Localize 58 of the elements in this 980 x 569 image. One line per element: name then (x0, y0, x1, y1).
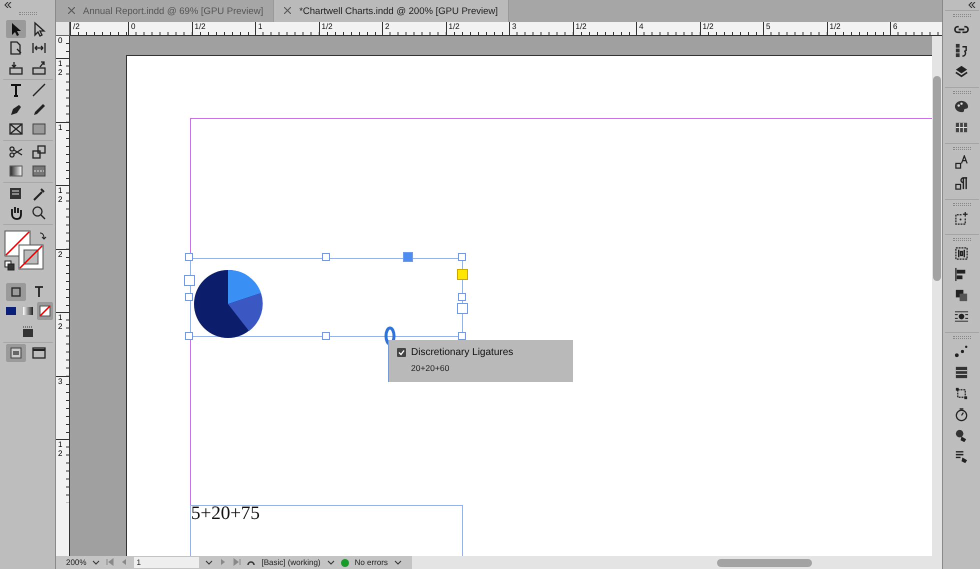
gripper-icon[interactable] (952, 203, 970, 206)
preflight-profile[interactable]: [Basic] (working) (261, 558, 321, 567)
caret-icon[interactable] (205, 558, 214, 568)
selected-frame[interactable] (184, 252, 470, 344)
normal-mode-icon[interactable] (6, 344, 26, 362)
caret-icon[interactable] (326, 558, 335, 568)
gripper-icon[interactable] (952, 336, 970, 339)
option-label: Discretionary Ligatures (411, 347, 514, 358)
checkbox[interactable] (397, 348, 406, 357)
selection-tool-icon[interactable] (6, 20, 26, 38)
ruler-label: 2 (58, 250, 62, 258)
ruler-label: 1 2 (58, 313, 62, 331)
ruler-label: 1 2 (58, 440, 62, 458)
caret-icon[interactable] (394, 558, 402, 568)
status-dot-icon (340, 558, 349, 566)
frame-handle[interactable] (322, 253, 330, 261)
caret-icon[interactable] (92, 558, 100, 568)
frame-handle[interactable] (185, 332, 193, 340)
vertical-scrollbar[interactable] (932, 36, 942, 556)
document-tab[interactable]: *Chartwell Charts.indd @ 200% [GPU Preview] (273, 0, 509, 22)
frame-text: 5+20+75 (191, 503, 260, 525)
horizontal-scrollbar[interactable] (412, 556, 942, 569)
frame-handle[interactable] (457, 303, 468, 314)
ligature-preview: 20+20+60 (411, 363, 450, 373)
frame-handle[interactable] (185, 293, 193, 301)
ruler-origin-icon[interactable] (56, 22, 70, 36)
frame-handle[interactable] (457, 269, 468, 280)
frame-handle[interactable] (184, 275, 195, 286)
collapse-icon[interactable] (4, 2, 12, 10)
frame-handle[interactable] (458, 293, 466, 301)
ruler-label: 3 (58, 376, 62, 386)
pie-chart-drawing (193, 269, 263, 339)
ruler-label: /2 (70, 22, 128, 35)
frame-handle[interactable] (458, 253, 466, 261)
preflight-status: No errors (354, 558, 388, 567)
gripper-icon[interactable] (18, 12, 36, 15)
ruler-label: 1 2 (58, 59, 62, 77)
scroll-thumb[interactable] (933, 76, 941, 281)
apply-none-icon[interactable] (36, 302, 52, 320)
gripper-icon[interactable] (952, 91, 970, 94)
collapse-icon[interactable] (968, 2, 976, 10)
gripper-icon[interactable] (952, 147, 970, 150)
frame-handle[interactable] (458, 332, 466, 340)
zoom-level[interactable]: 200% (66, 558, 86, 567)
scroll-thumb[interactable] (716, 559, 812, 567)
container-format-icon[interactable] (6, 282, 26, 301)
frame-handle[interactable] (403, 252, 413, 262)
ruler-label: 1 2 (58, 186, 62, 204)
ruler-label: 0 (58, 36, 62, 45)
gripper-icon[interactable] (952, 238, 970, 241)
ligature-indicator-icon[interactable] (383, 326, 397, 346)
page-field[interactable]: 1 (134, 557, 200, 568)
ruler-label: 1 (58, 122, 62, 132)
gripper-icon[interactable] (952, 14, 970, 17)
close-icon[interactable] (68, 6, 75, 16)
frame-handle[interactable] (185, 253, 193, 261)
frame-handle[interactable] (322, 332, 330, 340)
close-icon[interactable] (284, 6, 292, 16)
